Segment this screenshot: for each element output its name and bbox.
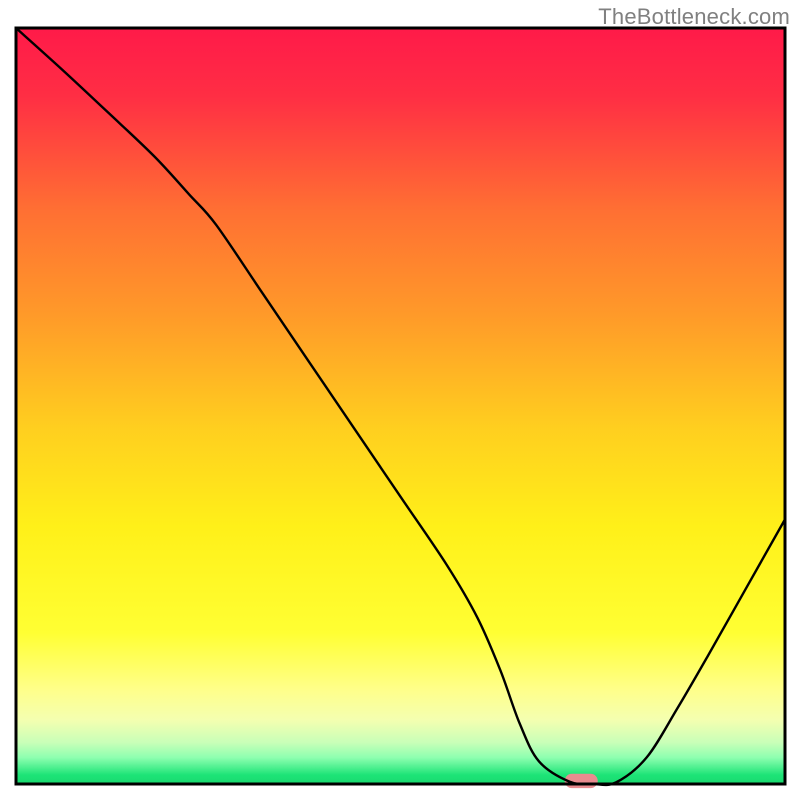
chart-background [16, 28, 785, 784]
watermark-text: TheBottleneck.com [598, 4, 790, 30]
chart-svg [0, 0, 800, 800]
bottleneck-chart: TheBottleneck.com [0, 0, 800, 800]
